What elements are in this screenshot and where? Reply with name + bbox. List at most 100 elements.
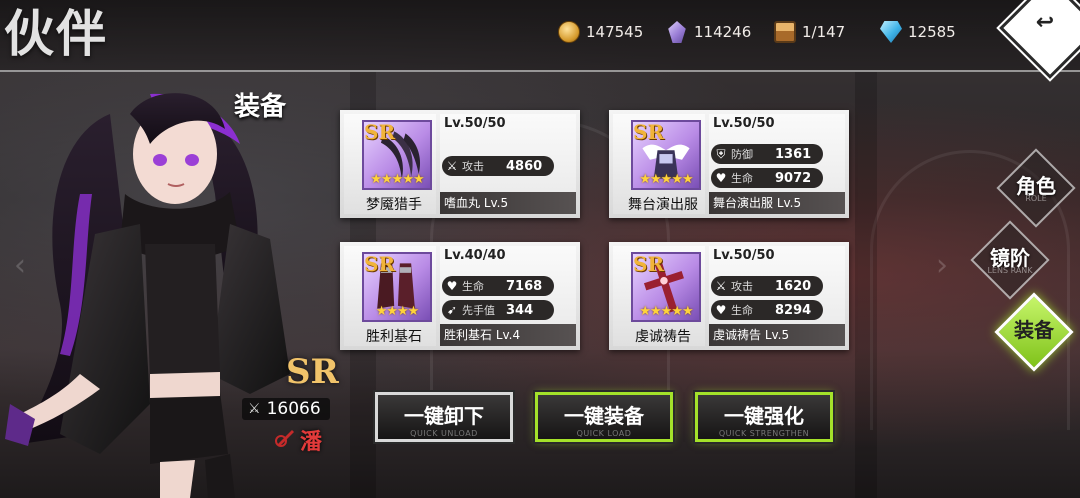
equipment-portrait-frame: SR ★★★★★ 虔诚祷告	[613, 246, 705, 346]
stat-value: 1361	[775, 146, 812, 162]
stat-label: 防御	[731, 148, 753, 161]
equipment-name: 梦魇猎手	[366, 197, 422, 213]
equipment-rarity: SR	[364, 252, 396, 276]
chest-value: 1/147	[802, 23, 846, 41]
resource-crystal: 114246	[666, 20, 751, 44]
quick-unload-button[interactable]: 一键卸下 QUICK UNLOAD	[375, 392, 513, 442]
stat-hp: ♥ 生命 8294	[711, 300, 823, 320]
resource-gold: 147545	[558, 20, 643, 44]
stat-value: 4860	[506, 158, 543, 174]
prev-character-arrow-icon[interactable]: ‹	[14, 248, 26, 283]
equipment-name: 舞台演出服	[628, 197, 698, 213]
section-title: 装备	[234, 92, 287, 122]
equipment-info: Lv.50/50 ⚔ 攻击 1620 ♥ 生命 8294 虔诚祷告 Lv.5	[709, 246, 845, 346]
power-sword-icon: ⚔	[248, 401, 261, 417]
equipment-card-weapon[interactable]: SR ★★★★★ 梦魇猎手 Lv.50/50 ⚔ 攻击 4860 嗜血丸 Lv.…	[340, 110, 580, 218]
background-pillar	[855, 72, 877, 498]
next-character-arrow-icon[interactable]: ›	[936, 248, 948, 283]
equipment-name: 虔诚祷告	[635, 329, 691, 345]
equipment-rarity: SR	[633, 120, 665, 144]
equipment-portrait-frame: SR ★★★★★ 舞台演出服	[613, 114, 705, 214]
stat-value: 344	[506, 302, 534, 318]
stat-attack: ⚔ 攻击 4860	[442, 156, 554, 176]
equipment-sub-name: 舞台演出服 Lv.5	[709, 192, 845, 214]
equipment-level: Lv.40/40	[444, 248, 506, 263]
nav-sublabel: ROLE	[1025, 194, 1047, 203]
resource-chest: 1/147	[774, 20, 845, 44]
nav-equipment[interactable]: 装备	[994, 292, 1074, 372]
equipment-info: Lv.50/50 ⚔ 攻击 4860 嗜血丸 Lv.5	[440, 114, 576, 214]
quick-load-button[interactable]: 一键装备 QUICK LOAD	[535, 392, 673, 442]
heart-icon: ♥	[446, 279, 458, 293]
equipment-rarity: SR	[633, 252, 665, 276]
equipment-stars: ★★★★	[375, 304, 420, 319]
equipment-card-armor[interactable]: SR ★★★★★ 舞台演出服 Lv.50/50 ⛨ 防御 1361 ♥ 生命 9…	[609, 110, 849, 218]
nav-sublabel: LENS RANK	[987, 266, 1033, 275]
equipment-portrait-frame: SR ★★★★★ 梦魇猎手	[344, 114, 436, 214]
stat-label: 攻击	[462, 160, 484, 173]
gold-coin-icon	[558, 21, 580, 43]
button-label: 一键强化	[724, 404, 804, 428]
nav-lens-rank[interactable]: 镜阶 LENS RANK	[970, 220, 1050, 300]
button-sublabel: QUICK LOAD	[576, 429, 632, 438]
stat-value: 8294	[775, 302, 812, 318]
stat-label: 先手值	[462, 304, 495, 317]
button-sublabel: QUICK UNLOAD	[410, 429, 478, 438]
stat-hp: ♥ 生命 9072	[711, 168, 823, 188]
crystal-icon	[668, 21, 686, 43]
back-arrow-icon: ↩	[1035, 10, 1055, 35]
equipment-rarity: SR	[364, 120, 396, 144]
stat-initiative: ➹ 先手值 344	[442, 300, 554, 320]
faction-icon	[275, 430, 294, 447]
equipment-level: Lv.50/50	[713, 116, 775, 131]
faction-label: 潘	[300, 430, 323, 455]
equipment-name: 胜利基石	[366, 329, 422, 345]
character-rarity: SR	[286, 352, 339, 392]
button-label: 一键装备	[564, 404, 644, 428]
stat-label: 生命	[462, 280, 484, 293]
top-bar: 伙伴 147545 114246 1/147 12585	[0, 0, 1080, 72]
equipment-sub-name: 胜利基石 Lv.4	[440, 324, 576, 346]
equipment-sub-name: 虔诚祷告 Lv.5	[709, 324, 845, 346]
heart-icon: ♥	[715, 303, 727, 317]
sword-icon: ⚔	[446, 159, 458, 173]
shield-icon: ⛨	[716, 146, 726, 161]
stat-label: 生命	[731, 172, 753, 185]
equipment-card-accessory[interactable]: SR ★★★★★ 虔诚祷告 Lv.50/50 ⚔ 攻击 1620 ♥ 生命 82…	[609, 242, 849, 350]
diamond-icon	[880, 21, 902, 43]
stat-value: 9072	[775, 170, 812, 186]
button-label: 一键卸下	[404, 404, 484, 428]
equipment-stars: ★★★★★	[370, 172, 424, 187]
equipment-stars: ★★★★★	[639, 304, 693, 319]
boot-icon: ➹	[446, 303, 458, 317]
heart-icon: ♥	[715, 171, 727, 185]
stat-defense: ⛨ 防御 1361	[711, 144, 823, 164]
crystal-value: 114246	[694, 23, 752, 41]
equipment-level: Lv.50/50	[713, 248, 775, 263]
equipment-level: Lv.50/50	[444, 116, 506, 131]
equipment-card-boots[interactable]: SR ★★★★ 胜利基石 Lv.40/40 ♥ 生命 7168 ➹ 先手值 34…	[340, 242, 580, 350]
equipment-portrait-frame: SR ★★★★ 胜利基石	[344, 246, 436, 346]
resource-diamond: 12585	[880, 20, 956, 44]
character-power: ⚔ 16066	[242, 398, 330, 420]
stat-attack: ⚔ 攻击 1620	[711, 276, 823, 296]
equipment-info: Lv.40/40 ♥ 生命 7168 ➹ 先手值 344 胜利基石 Lv.4	[440, 246, 576, 346]
diamond-value: 12585	[908, 23, 956, 41]
equipment-sub-name: 嗜血丸 Lv.5	[440, 192, 576, 214]
equipment-info: Lv.50/50 ⛨ 防御 1361 ♥ 生命 9072 舞台演出服 Lv.5	[709, 114, 845, 214]
stat-hp: ♥ 生命 7168	[442, 276, 554, 296]
stat-label: 攻击	[731, 280, 753, 293]
stat-value: 1620	[775, 278, 812, 294]
button-sublabel: QUICK STRENGTHEN	[718, 429, 810, 438]
stat-label: 生命	[731, 304, 753, 317]
nav-role[interactable]: 角色 ROLE	[996, 148, 1076, 228]
quick-strengthen-button[interactable]: 一键强化 QUICK STRENGTHEN	[695, 392, 833, 442]
stat-value: 7168	[506, 278, 543, 294]
power-value: 16066	[266, 399, 321, 419]
sword-icon: ⚔	[715, 279, 727, 293]
page-title: 伙伴	[4, 4, 108, 63]
gold-value: 147545	[586, 23, 644, 41]
equipment-stars: ★★★★★	[639, 172, 693, 187]
chest-icon	[774, 21, 796, 43]
nav-label: 装备	[1014, 318, 1054, 342]
